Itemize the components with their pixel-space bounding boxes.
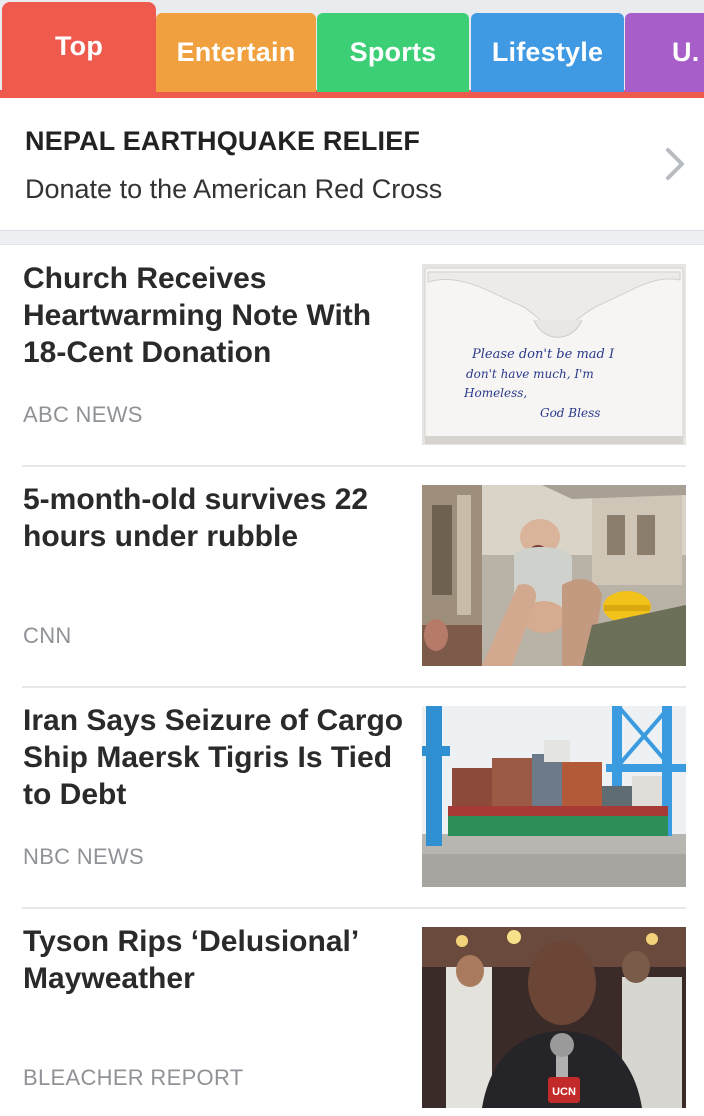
tab-label: U. <box>672 37 700 67</box>
cargo-ship-photo <box>422 706 686 887</box>
article-thumbnail <box>422 485 686 666</box>
banner-subtitle: Donate to the American Red Cross <box>25 174 443 204</box>
note-handwriting: don't have much, I'm <box>466 367 594 381</box>
article-source: ABC NEWS <box>23 402 143 427</box>
article-thumbnail: UCN <box>422 927 686 1108</box>
news-article[interactable]: Church Receives Heartwarming Note With 1… <box>0 246 704 467</box>
note-handwriting: God Bless <box>540 406 600 420</box>
news-article[interactable]: 5-month-old survives 22 hours under rubb… <box>0 467 704 688</box>
tab-label: Lifestyle <box>491 37 604 67</box>
tab-sports[interactable]: Sports <box>317 13 469 92</box>
article-headline: Iran Says Seizure of Cargo Ship Maersk T… <box>23 704 404 811</box>
banner-title: NEPAL EARTHQUAKE RELIEF <box>25 126 421 156</box>
tab-label: Sports <box>349 37 437 67</box>
note-handwriting: Please don't be mad I <box>471 347 615 362</box>
donation-banner[interactable]: NEPAL EARTHQUAKE RELIEF Donate to the Am… <box>0 98 704 231</box>
article-thumbnail <box>422 706 686 887</box>
tab-us[interactable]: U. <box>625 13 704 92</box>
article-headline: Tyson Rips ‘Delusional’ Mayweather <box>23 925 358 995</box>
tab-label: Top <box>54 30 104 61</box>
mic-flag-logo: UCN <box>552 1086 576 1098</box>
category-tab-bar: Entertain Sports Lifestyle U. Top <box>0 0 704 98</box>
tab-label: Entertain <box>176 37 296 67</box>
article-source: CNN <box>23 623 72 648</box>
chevron-right-icon <box>666 148 684 180</box>
section-separator <box>0 231 704 245</box>
article-headline: Church Receives Heartwarming Note With 1… <box>23 262 372 369</box>
news-article[interactable]: Tyson Rips ‘Delusional’ Mayweather BLEAC… <box>0 909 704 1116</box>
tab-entertain[interactable]: Entertain <box>156 13 316 92</box>
article-source: BLEACHER REPORT <box>23 1065 244 1090</box>
rubble-rescue-photo <box>422 485 686 666</box>
tab-lifestyle[interactable]: Lifestyle <box>471 13 624 92</box>
tab-top[interactable]: Top <box>2 2 156 98</box>
article-headline: 5-month-old survives 22 hours under rubb… <box>23 483 369 553</box>
article-thumbnail: Please don't be mad I don't have much, I… <box>422 264 686 445</box>
article-source: NBC NEWS <box>23 844 144 869</box>
tyson-interview-photo: UCN <box>422 927 686 1108</box>
note-handwriting: Homeless, <box>463 386 527 400</box>
news-article[interactable]: Iran Says Seizure of Cargo Ship Maersk T… <box>0 688 704 909</box>
envelope-note-image: Please don't be mad I don't have much, I… <box>422 264 686 445</box>
